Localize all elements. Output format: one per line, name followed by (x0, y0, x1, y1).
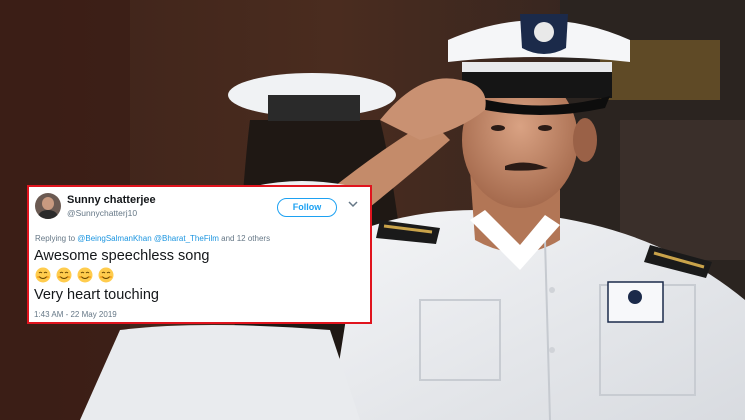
tweet-card: Sunny chatterjee @Sunnychatterj10 Follow… (27, 185, 372, 324)
tweet-timestamp[interactable]: 1:43 AM - 22 May 2019 (34, 310, 117, 319)
chevron-down-icon[interactable] (347, 198, 359, 210)
tweet-text-line: Awesome speechless song (34, 248, 210, 264)
smiling-face-emoji-icon (56, 267, 72, 283)
mention-link[interactable]: @BeingSalmanKhan (77, 234, 151, 243)
tweet-author-name[interactable]: Sunny chatterjee (67, 194, 156, 206)
smiling-face-emoji-icon (35, 267, 51, 283)
replying-suffix[interactable]: and 12 others (221, 234, 270, 243)
replying-to-line: Replying to @BeingSalmanKhan @Bharat_The… (35, 234, 270, 243)
tweet-author-handle[interactable]: @Sunnychatterj10 (67, 208, 137, 218)
mention-link[interactable]: @Bharat_TheFilm (154, 234, 219, 243)
smiling-face-emoji-icon (98, 267, 114, 283)
tweet-text-line: Very heart touching (34, 287, 159, 303)
follow-button[interactable]: Follow (277, 198, 337, 217)
avatar[interactable] (35, 193, 61, 219)
replying-prefix: Replying to (35, 234, 76, 243)
smiling-face-emoji-icon (77, 267, 93, 283)
